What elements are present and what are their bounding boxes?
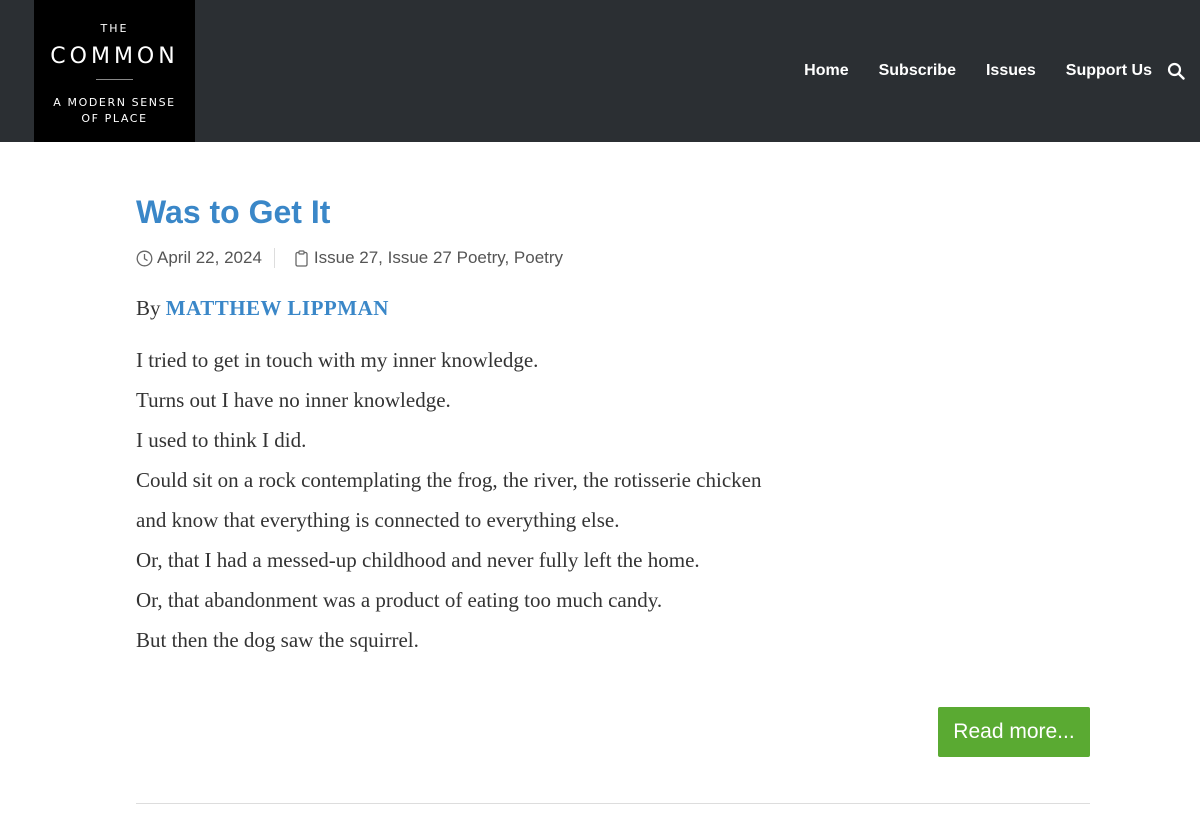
logo-common: COMMON (50, 44, 179, 69)
logo-the: THE (100, 22, 129, 35)
poem-line: But then the dog saw the squirrel. (136, 628, 419, 652)
meta-separator (273, 248, 275, 268)
main-nav: Home Subscribe Issues Support Us (804, 60, 1152, 82)
nav-support-us[interactable]: Support Us (1066, 60, 1152, 82)
poem-line: I tried to get in touch with my inner kn… (136, 348, 539, 372)
poem-line: Turns out I have no inner knowledge. (136, 388, 451, 412)
logo-rule (96, 79, 133, 80)
search-icon[interactable] (1167, 62, 1185, 80)
read-more-button[interactable]: Read more... (938, 707, 1090, 757)
poem-line: Or, that I had a messed-up childhood and… (136, 548, 700, 572)
post-divider (136, 803, 1090, 804)
poem-text: I tried to get in touch with my inner kn… (136, 340, 761, 660)
nav-home[interactable]: Home (804, 60, 848, 82)
site-header: THE COMMON A MODERN SENSE OF PLACE Home … (0, 0, 1200, 142)
nav-issues[interactable]: Issues (986, 60, 1036, 82)
author-link[interactable]: MATTHEW LIPPMAN (166, 296, 389, 320)
site-logo[interactable]: THE COMMON A MODERN SENSE OF PLACE (34, 0, 195, 142)
poem-line: Could sit on a rock contemplating the fr… (136, 468, 762, 492)
logo-tagline: A MODERN SENSE OF PLACE (46, 95, 183, 127)
byline-prefix: By (136, 296, 161, 320)
post-meta: April 22, 2024 Issue 27, Issue 27 Poetry… (136, 248, 563, 268)
nav-subscribe[interactable]: Subscribe (879, 60, 956, 82)
post-date-text: April 22, 2024 (157, 248, 262, 267)
poem-line: and know that everything is connected to… (136, 508, 620, 532)
clipboard-icon (295, 249, 308, 267)
logo-tagline-line1: A MODERN SENSE (53, 96, 176, 109)
post-categories: Issue 27, Issue 27 Poetry, Poetry (293, 248, 563, 268)
logo-tagline-line2: OF PLACE (81, 112, 148, 125)
post-title[interactable]: Was to Get It (136, 194, 330, 231)
post-categories-text[interactable]: Issue 27, Issue 27 Poetry, Poetry (314, 248, 563, 268)
post-date: April 22, 2024 (136, 248, 262, 268)
byline: By MATTHEW LIPPMAN (136, 296, 389, 321)
poem-line: I used to think I did. (136, 428, 307, 452)
clock-icon (136, 250, 153, 266)
poem-line: Or, that abandonment was a product of ea… (136, 588, 663, 612)
